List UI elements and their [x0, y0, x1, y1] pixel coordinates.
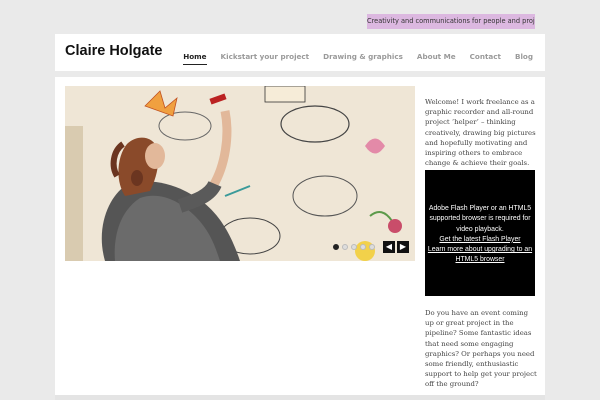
slide-image [65, 86, 415, 261]
nav-item-about[interactable]: About Me [417, 52, 456, 65]
nav-item-drawing[interactable]: Drawing & graphics [323, 52, 403, 65]
nav-item-contact[interactable]: Contact [470, 52, 501, 65]
slider-dot[interactable] [369, 244, 375, 250]
nav-item-kickstart[interactable]: Kickstart your project [221, 52, 310, 65]
main-nav: Home Kickstart your project Drawing & gr… [183, 52, 533, 65]
video-player-placeholder: Adobe Flash Player or an HTML5 supported… [425, 170, 535, 296]
site-header: Claire Holgate Home Kickstart your proje… [55, 34, 545, 71]
site-tagline: Creativity and communications for people… [367, 14, 535, 29]
site-title[interactable]: Claire Holgate [65, 43, 163, 59]
welcome-text: Welcome! I work freelance as a graphic r… [425, 98, 536, 168]
slider-dot[interactable] [360, 244, 366, 250]
slider-dot[interactable] [333, 244, 339, 250]
slider-next-button[interactable]: ▶ [397, 241, 409, 253]
sidebar: Welcome! I work freelance as a graphic r… [425, 97, 537, 388]
flash-download-link[interactable]: Get the latest Flash Player [425, 235, 535, 245]
nav-item-home[interactable]: Home [183, 52, 207, 65]
flash-message: Adobe Flash Player or an HTML5 supported… [428, 205, 532, 233]
slider-dot[interactable] [351, 244, 357, 250]
slider-prev-button[interactable]: ◀ [383, 241, 395, 253]
hero-slider[interactable]: ◀ ▶ [65, 86, 415, 261]
html5-upgrade-link[interactable]: Learn more about upgrading to an HTML5 b… [425, 245, 535, 266]
footer-strip [55, 395, 545, 400]
slider-dot[interactable] [342, 244, 348, 250]
call-to-action-text: Do you have an event coming up or great … [425, 309, 537, 389]
main-content: ◀ ▶ Welcome! I work freelance as a graph… [55, 77, 545, 400]
nav-item-blog[interactable]: Blog [515, 52, 533, 65]
slider-pagination [333, 244, 375, 250]
